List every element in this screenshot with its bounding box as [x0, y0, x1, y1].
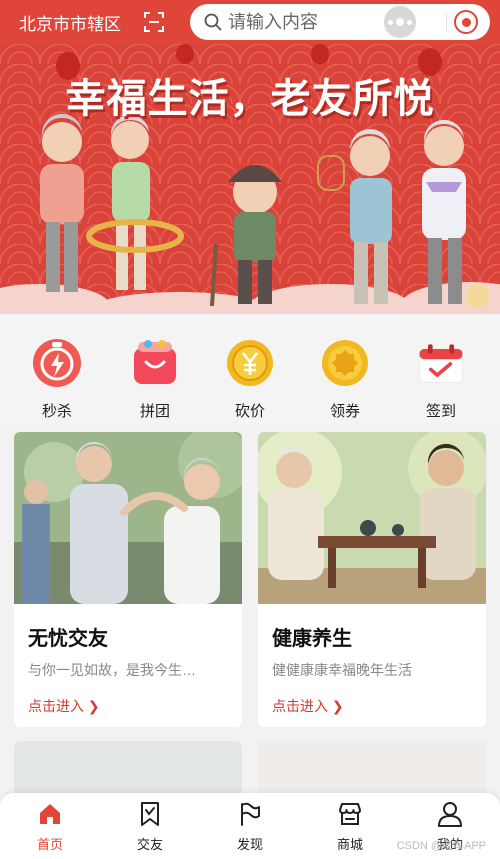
card-title: 无忧交友 [28, 628, 108, 650]
banner-title: 幸福生活，老友所悦 [65, 76, 435, 122]
dot-icon [388, 19, 393, 25]
tab-label: 发现 [236, 837, 263, 852]
tab-mall[interactable]: 商城 [320, 801, 380, 853]
watermark-text: CSDN @老年APP [396, 840, 486, 852]
capsule-divider [446, 13, 447, 31]
hero-banner[interactable]: 幸福生活，老友所悦 [0, 44, 500, 314]
card-friends[interactable]: 无忧交友 与你一见如故，是我今生… 点击进入 ❯ [14, 432, 242, 727]
tab-label: 商城 [336, 837, 363, 852]
category-flash-sale[interactable]: 秒杀 [22, 336, 92, 421]
city-selector[interactable]: 北京市市辖区 [19, 10, 121, 35]
dot-icon [407, 19, 412, 25]
category-label: 拼团 [139, 403, 170, 420]
category-label: 秒杀 [41, 403, 72, 420]
card-title: 健康养生 [272, 628, 352, 650]
card-partial[interactable] [14, 741, 242, 801]
calendar-checkin-icon [414, 336, 468, 390]
chevron-right-icon: ❯ [87, 698, 100, 714]
card-description: 健健康康幸福晚年生活 [272, 662, 412, 678]
card-image-tea-drinking [258, 432, 486, 604]
tab-label: 首页 [36, 837, 63, 852]
category-label: 领券 [329, 403, 360, 420]
flash-sale-icon [30, 336, 84, 390]
target-icon [461, 17, 471, 27]
card-partial[interactable] [258, 741, 486, 801]
category-bargain[interactable]: 砍价 [215, 336, 285, 421]
tab-home[interactable]: 首页 [20, 801, 80, 853]
enter-link[interactable]: 点击进入 ❯ [28, 696, 100, 716]
user-icon [438, 802, 462, 827]
coupon-coin-icon [318, 336, 372, 390]
enter-link-label: 点击进入 [28, 698, 84, 714]
tab-discover[interactable]: 发现 [220, 801, 280, 853]
card-description: 与你一见如故，是我今生… [28, 662, 196, 678]
close-miniprogram-button[interactable] [454, 10, 478, 34]
group-buy-bag-icon [128, 336, 182, 390]
chevron-right-icon: ❯ [331, 698, 344, 714]
category-group-buy[interactable]: 拼团 [120, 336, 190, 421]
search-input[interactable] [228, 11, 398, 33]
enter-link[interactable]: 点击进入 ❯ [272, 696, 344, 716]
card-image-dancing-couple [14, 432, 242, 604]
yen-coin-icon [223, 336, 277, 390]
category-label: 砍价 [234, 403, 265, 420]
card-health[interactable]: 健康养生 健健康康幸福晚年生活 点击进入 ❯ [258, 432, 486, 727]
category-checkin[interactable]: 签到 [406, 336, 476, 421]
store-icon [339, 803, 361, 825]
dot-icon [396, 18, 404, 26]
category-label: 签到 [425, 403, 456, 420]
top-header: 北京市市辖区 [0, 0, 500, 44]
category-grid: 秒杀 拼团 砍价 领券 签到 [0, 314, 500, 430]
bookmark-icon [141, 802, 159, 826]
tab-label: 交友 [136, 837, 163, 852]
more-options-button[interactable] [384, 6, 416, 38]
category-coupon[interactable]: 领券 [310, 336, 380, 421]
home-icon [40, 804, 60, 824]
scan-icon[interactable] [143, 11, 165, 33]
tab-friends[interactable]: 交友 [120, 801, 180, 853]
enter-link-label: 点击进入 [272, 698, 328, 714]
search-icon [204, 13, 222, 31]
search-bar[interactable] [190, 4, 490, 40]
flag-icon [241, 802, 260, 826]
